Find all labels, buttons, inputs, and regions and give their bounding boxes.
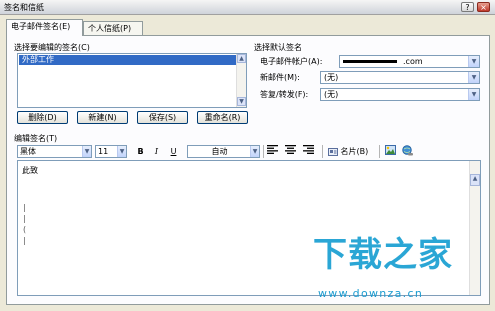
text-mark: | bbox=[23, 236, 26, 245]
toolbar-separator bbox=[322, 145, 323, 158]
title-bar: 签名和信纸 ? × bbox=[0, 0, 495, 15]
italic-button[interactable]: I bbox=[150, 145, 163, 158]
rename-button[interactable]: 重命名(R) bbox=[197, 111, 248, 124]
scroll-down-icon[interactable]: ▼ bbox=[237, 97, 246, 106]
signature-list-item[interactable]: 外部工作 bbox=[19, 55, 236, 65]
toolbar-separator bbox=[379, 145, 380, 158]
new-messages-value: (无) bbox=[324, 73, 339, 82]
size-value: 11 bbox=[98, 147, 109, 156]
account-label: 电子邮件帐户(A): bbox=[260, 57, 323, 66]
size-select[interactable]: 11 ▼ bbox=[95, 145, 127, 158]
align-center-icon bbox=[285, 145, 296, 154]
picture-icon bbox=[385, 145, 396, 155]
chevron-down-icon[interactable]: ▼ bbox=[468, 89, 479, 100]
signature-list[interactable]: 外部工作 ▲ ▼ bbox=[17, 53, 247, 108]
close-button[interactable]: × bbox=[477, 2, 490, 12]
save-button[interactable]: 保存(S) bbox=[137, 111, 188, 124]
signature-text-line: 此致 bbox=[22, 166, 38, 175]
watermark-url: www.downza.cn bbox=[318, 287, 424, 300]
chevron-down-icon[interactable]: ▼ bbox=[82, 146, 91, 157]
chevron-down-icon[interactable]: ▼ bbox=[250, 146, 259, 157]
window-title: 签名和信纸 bbox=[4, 3, 44, 12]
align-right-button[interactable] bbox=[302, 145, 315, 158]
account-select[interactable]: .com ▼ bbox=[339, 55, 480, 68]
text-mark: | bbox=[23, 203, 26, 212]
underline-button[interactable]: U bbox=[167, 145, 180, 158]
business-card-icon bbox=[328, 147, 338, 156]
replies-label: 答复/转发(F): bbox=[260, 90, 309, 99]
scroll-up-icon[interactable]: ▲ bbox=[237, 54, 246, 63]
editor-scrollbar[interactable]: ▲ bbox=[469, 161, 480, 295]
align-right-icon bbox=[303, 145, 314, 154]
scroll-up-icon[interactable]: ▲ bbox=[470, 174, 480, 186]
text-mark: ( bbox=[23, 225, 27, 234]
edit-signature-label: 编辑签名(T) bbox=[14, 134, 58, 143]
color-value: 自动 bbox=[211, 147, 228, 156]
tab-email-signature[interactable]: 电子邮件签名(E) bbox=[6, 19, 83, 36]
chevron-down-icon[interactable]: ▼ bbox=[117, 146, 126, 157]
insert-picture-button[interactable] bbox=[384, 145, 397, 158]
align-left-icon bbox=[267, 145, 278, 154]
signature-editor[interactable]: 此致 | | ( | ▲ bbox=[17, 160, 481, 296]
font-select[interactable]: 黑体 ▼ bbox=[17, 145, 92, 158]
replies-select[interactable]: (无) ▼ bbox=[320, 88, 480, 101]
chevron-down-icon[interactable]: ▼ bbox=[468, 72, 479, 83]
toolbar-separator bbox=[263, 145, 264, 158]
replies-value: (无) bbox=[324, 90, 339, 99]
font-value: 黑体 bbox=[20, 147, 36, 156]
business-card-label: 名片(B) bbox=[340, 147, 369, 156]
signature-list-label: 选择要编辑的签名(C) bbox=[14, 43, 90, 52]
new-messages-label: 新邮件(M): bbox=[260, 73, 300, 82]
new-messages-select[interactable]: (无) ▼ bbox=[320, 71, 480, 84]
chevron-down-icon[interactable]: ▼ bbox=[468, 56, 479, 67]
help-button[interactable]: ? bbox=[461, 2, 474, 12]
insert-hyperlink-button[interactable] bbox=[401, 145, 414, 158]
color-select[interactable]: 自动 ▼ bbox=[187, 145, 260, 158]
business-card-button[interactable]: 名片(B) bbox=[328, 145, 368, 158]
bold-button[interactable]: B bbox=[134, 145, 147, 158]
align-left-button[interactable] bbox=[266, 145, 279, 158]
tab-personal-stationery[interactable]: 个人信纸(P) bbox=[83, 21, 143, 35]
signature-list-scrollbar[interactable]: ▲ ▼ bbox=[236, 54, 246, 107]
align-center-button[interactable] bbox=[284, 145, 297, 158]
text-mark: | bbox=[23, 214, 26, 223]
redacted-account bbox=[343, 60, 397, 63]
default-signature-label: 选择默认签名 bbox=[254, 43, 302, 52]
new-button[interactable]: 新建(N) bbox=[77, 111, 128, 124]
hyperlink-globe-icon bbox=[402, 145, 413, 156]
delete-button[interactable]: 删除(D) bbox=[17, 111, 68, 124]
account-value: .com bbox=[403, 57, 423, 66]
watermark-title: 下载之家 bbox=[313, 235, 453, 275]
